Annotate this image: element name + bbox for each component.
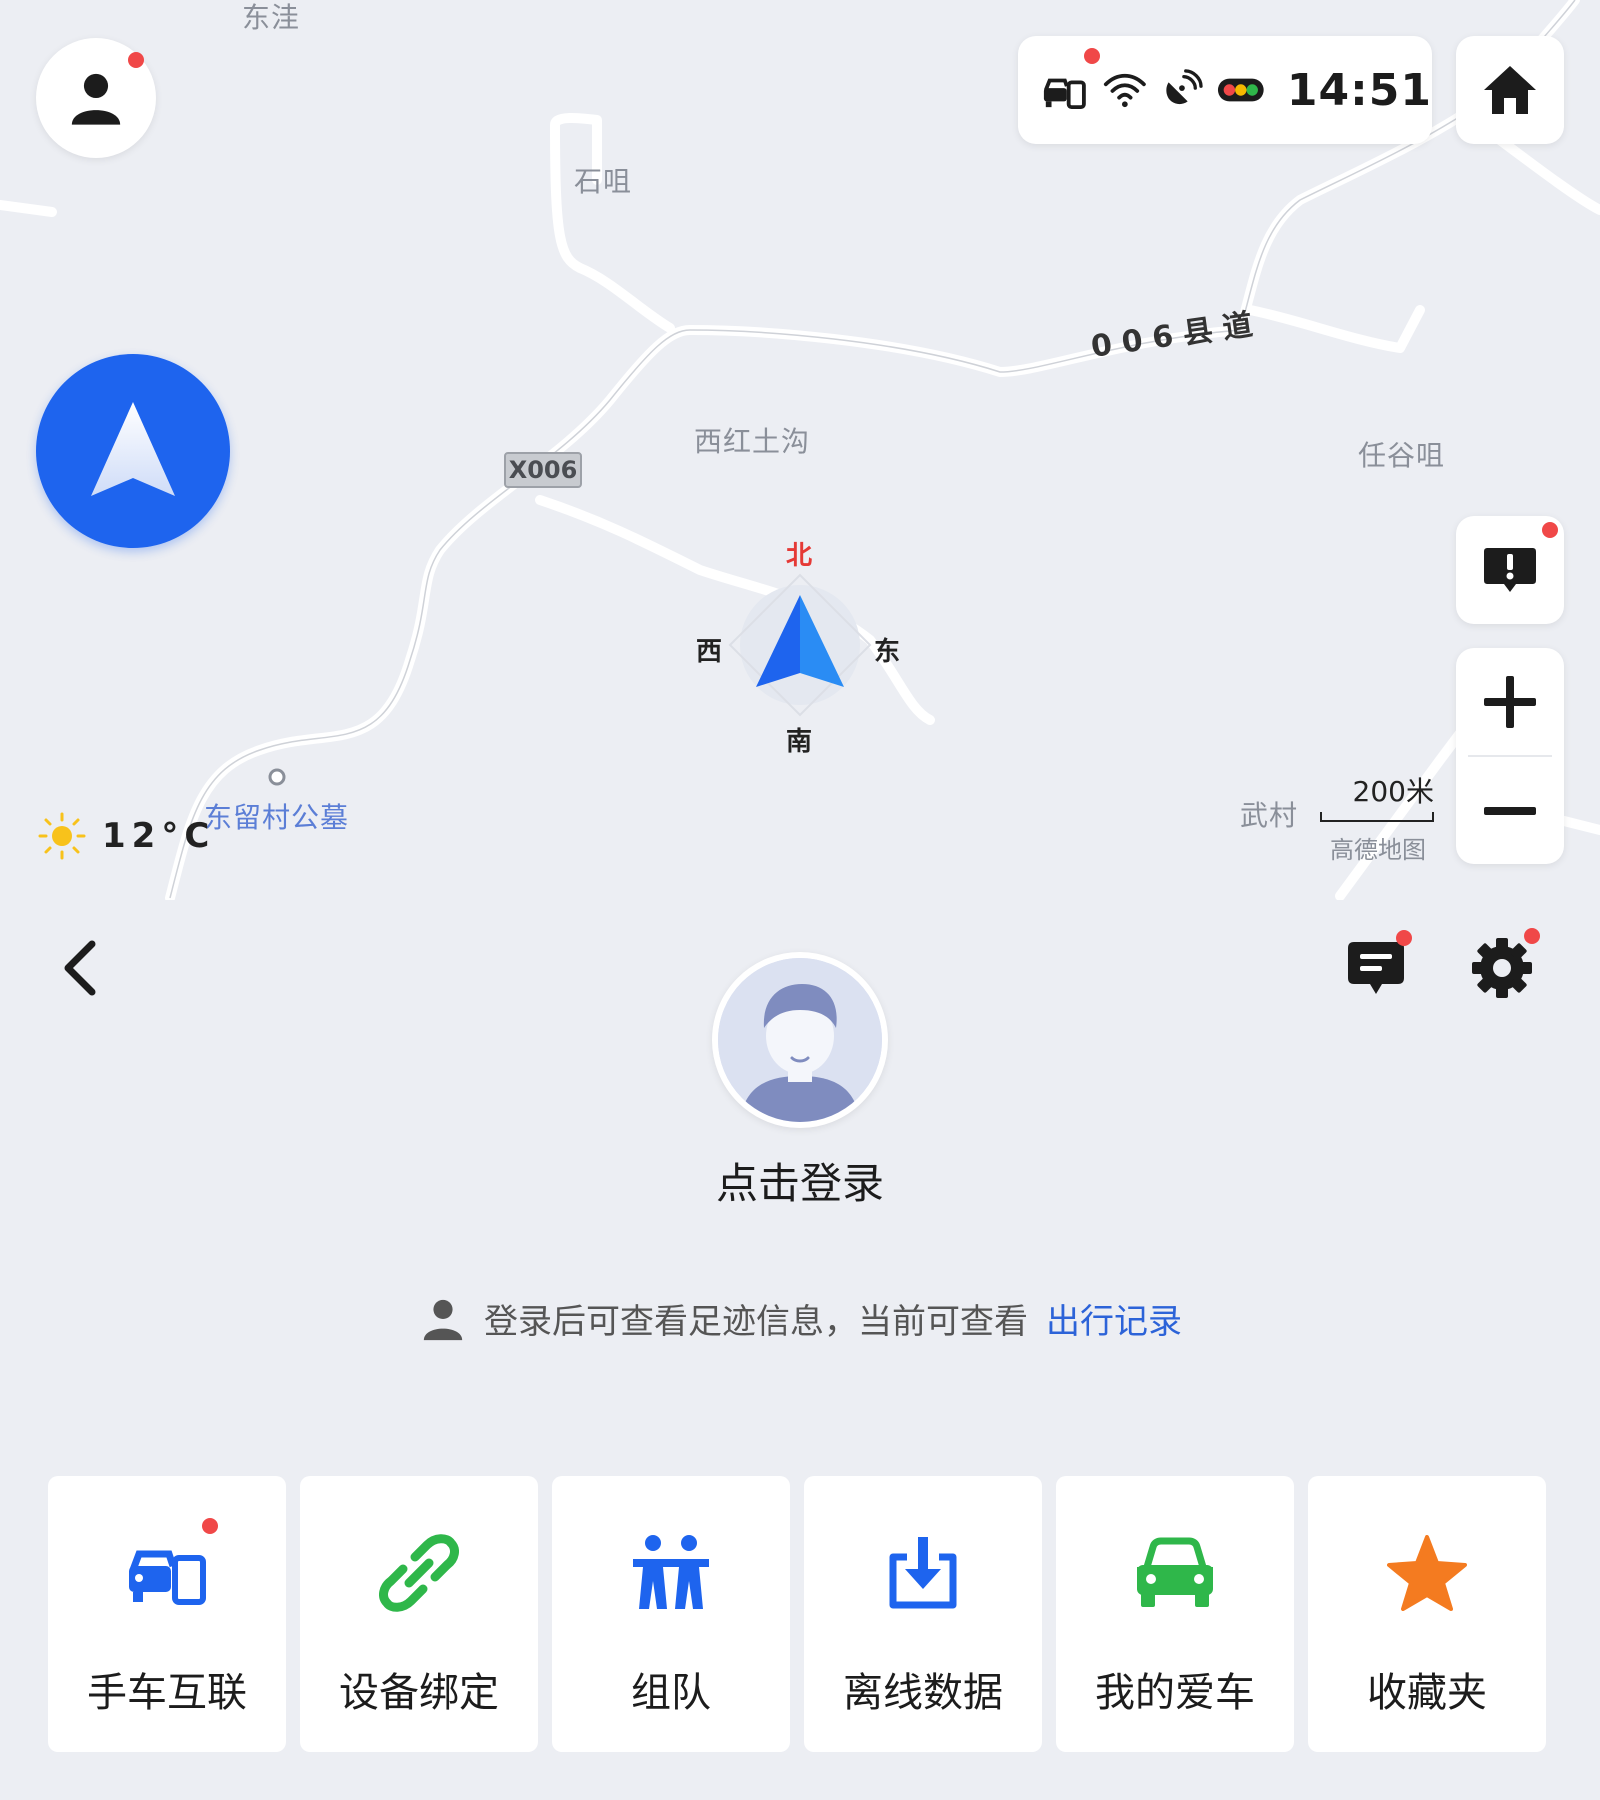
tile-label: 设备绑定 [339,1670,499,1716]
notification-dot [1542,522,1558,538]
report-alert-icon [1484,548,1536,592]
place-label: 东洼 [242,1,301,34]
compass-north: 北 [786,541,813,571]
zoom-out-button[interactable] [1456,757,1564,864]
feature-grid: 手车互联 设备绑定 组队 离线数据 我的爱车 收藏夹 [48,1476,1546,1752]
report-button[interactable] [1456,516,1564,624]
trip-history-link[interactable]: 出行记录 [1046,1294,1182,1343]
gps-signal-icon [1166,69,1204,105]
tile-phone-car-link[interactable]: 手车互联 [48,1476,286,1752]
login-button[interactable]: 点击登录 [600,1150,1000,1211]
login-hint: 登录后可查看足迹信息，当前可查看 出行记录 [420,1294,1320,1343]
temperature: 12°C [102,816,216,856]
message-icon [1348,942,1404,994]
home-button[interactable] [1456,36,1564,144]
notification-dot [1524,928,1540,944]
navigate-button[interactable] [36,354,230,548]
zoom-in-button[interactable] [1456,648,1564,755]
team-icon [633,1535,709,1609]
clock-time: 14:51 [1286,64,1432,116]
tile-label: 我的爱车 [1095,1670,1255,1716]
person-icon [71,73,121,125]
tile-label: 组队 [631,1670,711,1716]
scale-label: 200米 [1352,775,1434,808]
phone-car-icon [129,1550,206,1605]
weather-widget[interactable]: 12°C [38,812,215,860]
tile-my-car[interactable]: 我的爱车 [1056,1476,1294,1752]
notification-dot [202,1518,218,1534]
map-brand-label: 高德地图 [1330,836,1426,864]
phone-car-link-icon [1043,78,1086,110]
messages-button[interactable] [1336,928,1416,1008]
map-view[interactable]: 东洼 石咀 西红土沟 任谷咀 东留村公墓 武村 006县道 X006 14:51… [0,0,1600,900]
tile-offline-data[interactable]: 离线数据 [804,1476,1042,1752]
compass-south: 南 [786,727,813,757]
back-button[interactable] [50,938,110,998]
default-avatar-icon [718,958,882,1122]
plus-icon [1484,675,1536,728]
poi-label[interactable]: 东留村公墓 [204,796,349,836]
scale-bar [1320,812,1434,822]
tile-team[interactable]: 组队 [552,1476,790,1752]
tile-label: 收藏夹 [1367,1670,1487,1716]
link-icon [379,1534,459,1612]
place-label: 任谷咀 [1358,439,1446,472]
chevron-left-icon [64,940,96,996]
person-icon [423,1299,463,1340]
sun-icon [38,812,86,860]
status-bar: 14:51 [1018,36,1432,144]
user-panel: 点击登录 登录后可查看足迹信息，当前可查看 出行记录 手车互联 设备绑定 组队 … [0,900,1600,1800]
download-icon [889,1537,957,1609]
place-label: 武村 [1240,799,1299,832]
star-icon [1387,1535,1467,1611]
tile-device-binding[interactable]: 设备绑定 [300,1476,538,1752]
zoom-control [1456,648,1564,864]
place-label: 西红土沟 [694,425,811,458]
notification-dot [1396,930,1412,946]
settings-button[interactable] [1462,928,1542,1008]
gear-icon [1472,938,1532,998]
place-label: 石咀 [574,165,633,198]
hint-text: 登录后可查看足迹信息，当前可查看 [484,1302,1028,1342]
car-icon [1137,1537,1213,1607]
wifi-icon [1103,73,1146,108]
user-profile-button[interactable] [36,38,156,158]
tile-favorites[interactable]: 收藏夹 [1308,1476,1546,1752]
compass-west: 西 [696,637,723,667]
map-scale: 200米 [1320,770,1434,822]
notification-dot [1084,48,1100,64]
traffic-light-icon [1218,78,1264,102]
compass[interactable]: 北 南 西 东 [690,535,910,757]
home-icon [1484,66,1536,114]
minus-icon [1484,806,1536,815]
navigation-arrow-icon [91,402,175,496]
road-number-badge: X006 [504,452,582,488]
tile-label: 手车互联 [87,1670,247,1716]
avatar[interactable] [712,952,888,1128]
compass-east: 东 [874,637,901,667]
notification-dot [128,52,144,68]
poi-marker-icon[interactable] [266,766,288,788]
tile-label: 离线数据 [843,1670,1003,1716]
